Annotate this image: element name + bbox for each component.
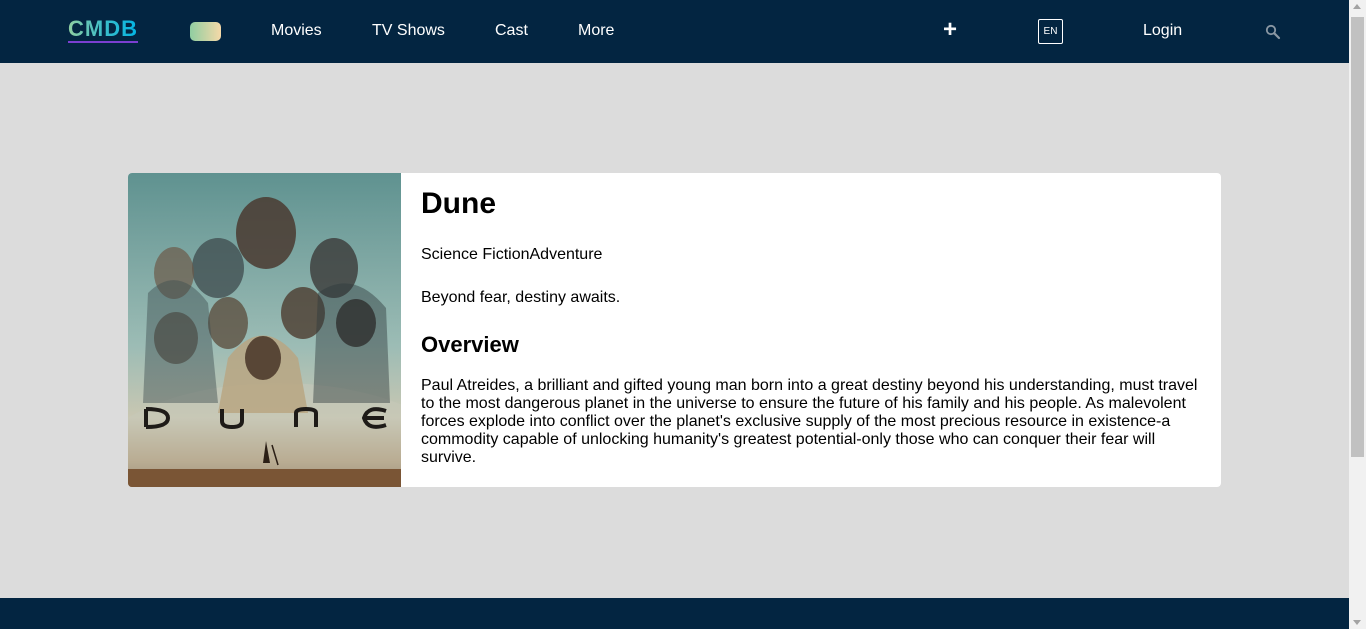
language-button[interactable]: EN — [1038, 19, 1063, 44]
movie-title: Dune — [421, 187, 496, 220]
site-logo[interactable]: CMDB — [68, 18, 138, 43]
movie-card: Dune Science FictionAdventure Beyond fea… — [128, 173, 1221, 487]
scroll-up-arrow[interactable] — [1353, 4, 1361, 9]
page-scrollbar[interactable] — [1349, 0, 1366, 629]
scroll-thumb[interactable] — [1351, 17, 1364, 457]
movie-poster — [128, 173, 401, 487]
nav-cast[interactable]: Cast — [495, 21, 528, 41]
movie-tagline: Beyond fear, destiny awaits. — [421, 289, 621, 306]
nav-movies[interactable]: Movies — [271, 21, 322, 41]
movie-details: Dune Science FictionAdventure Beyond fea… — [401, 173, 1221, 487]
movie-overview: Paul Atreides, a brilliant and gifted yo… — [421, 377, 1198, 466]
navbar: CMDB Movies TV Shows Cast More + EN Logi… — [0, 0, 1349, 63]
login-link[interactable]: Login — [1143, 21, 1182, 41]
search-icon[interactable] — [1265, 24, 1281, 40]
footer — [0, 598, 1349, 629]
add-button[interactable]: + — [943, 18, 957, 42]
theme-toggle[interactable] — [190, 22, 221, 41]
overview-heading: Overview — [421, 332, 519, 357]
scroll-down-arrow[interactable] — [1353, 620, 1361, 625]
page: CMDB Movies TV Shows Cast More + EN Logi… — [0, 0, 1366, 629]
nav-tv-shows[interactable]: TV Shows — [372, 21, 445, 41]
nav-more[interactable]: More — [578, 21, 614, 41]
movie-genres: Science FictionAdventure — [421, 246, 603, 263]
